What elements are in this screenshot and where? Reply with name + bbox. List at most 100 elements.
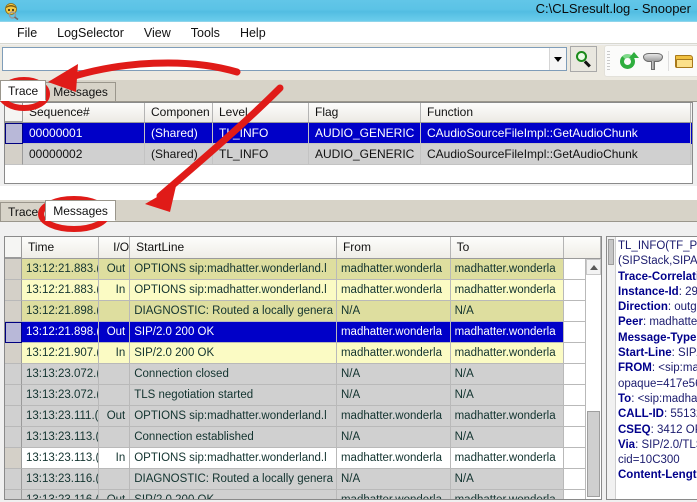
messages-col-to[interactable]: To (450, 237, 565, 258)
table-row[interactable]: 13:13:23.072.(Connection closed N/A N/A (5, 364, 601, 385)
messages-cell-startline: OPTIONS sip:madhatter.wonderland.l (130, 448, 337, 469)
messages-cell-time: 13:13:23.113.( (22, 448, 100, 469)
trace-col-sequence[interactable]: Sequence# (23, 103, 145, 122)
messages-grid-panel: Time I/O StartLine From To 13:12:21.883.… (4, 236, 602, 500)
detail-line: CSEQ: 3412 OPT (618, 423, 697, 436)
detail-line: Content-Lengt (618, 469, 697, 482)
tab-trace-bottom[interactable]: Trace (0, 202, 47, 221)
tab-trace-top[interactable]: Trace (0, 80, 47, 101)
table-row[interactable]: 13:13:23.072.(TLS negotiation started N/A… (5, 385, 601, 406)
messages-cell-from: N/A (336, 427, 451, 448)
messages-cell-to: madhatter.wonderla (450, 343, 565, 364)
messages-col-time[interactable]: Time (22, 237, 100, 258)
messages-col-extra[interactable] (564, 237, 601, 258)
table-row[interactable]: 13:13:23.113.(In OPTIONS sip:madhatter.wo… (5, 448, 601, 469)
search-input[interactable] (3, 48, 549, 70)
messages-cell-startline: OPTIONS sip:madhatter.wonderland.l (130, 280, 337, 301)
messages-cell-startline: Connection closed (130, 364, 337, 385)
table-row[interactable]: 13:12:21.898.(DIAGNOSTIC: Routed a local… (5, 301, 601, 322)
table-row[interactable]: 13:12:21.883.(Out OPTIONS sip:madhatter.w… (5, 259, 601, 280)
messages-row-gutter[interactable] (5, 259, 22, 280)
detail-line: CALL-ID: 55132 (618, 408, 697, 421)
table-row[interactable]: 13:13:23.113.(Connection established N/A N… (5, 427, 601, 448)
messages-row-gutter[interactable] (5, 343, 22, 364)
messages-row-gutter[interactable] (5, 301, 22, 322)
chevron-down-icon[interactable] (549, 48, 566, 70)
snooper-window: C:\CLSresult.log - Snooper File LogSelec… (0, 0, 697, 502)
tab-messages-top[interactable]: Messages (45, 82, 116, 101)
trace-row-gutter[interactable] (5, 144, 23, 165)
table-row[interactable]: 00000001 (Shared) TL_INFO AUDIO_GENERIC … (5, 123, 692, 144)
messages-col-from[interactable]: From (336, 237, 451, 258)
tab-messages-bottom[interactable]: Messages (45, 200, 116, 221)
messages-cell-io: In (99, 448, 131, 469)
detail-line: Via: SIP/2.0/TLS (618, 438, 697, 451)
table-row[interactable]: 13:13:23.116.(Out SIP/2.0 200 OK madhatter… (5, 490, 601, 499)
messages-row-gutter[interactable] (5, 406, 22, 427)
search-button[interactable] (570, 46, 597, 72)
messages-cell-to: N/A (450, 301, 565, 322)
trace-grid-panel: Sequence# Componen Level Flag Function 0… (4, 102, 693, 184)
messages-cell-to: N/A (450, 364, 565, 385)
detail-line: Message-Type: (618, 331, 697, 344)
menu-item-logselector[interactable]: LogSelector (48, 25, 133, 41)
message-detail-pane: TL_INFO(TF_PR (SIPStack,SIPAd Trace-Correl… (606, 236, 697, 500)
messages-cell-from: madhatter.wonderla (336, 406, 451, 427)
messages-row-gutter[interactable] (5, 490, 22, 499)
messages-row-gutter[interactable] (5, 322, 22, 343)
trace-row-gutter[interactable] (5, 123, 23, 144)
open-file-button[interactable] (671, 48, 697, 74)
toolbar-grip[interactable] (607, 51, 610, 71)
menu-item-tools[interactable]: Tools (182, 25, 229, 41)
filter-button[interactable] (640, 48, 666, 74)
trace-col-component[interactable]: Componen (145, 103, 213, 122)
messages-cell-io: Out (99, 259, 131, 280)
table-row[interactable]: 13:12:21.907.(In SIP/2.0 200 OK madhatter.… (5, 343, 601, 364)
messages-row-gutter[interactable] (5, 280, 22, 301)
detail-line: To: <sip:madha (618, 392, 697, 405)
refresh-button[interactable] (614, 48, 640, 74)
trace-col-function[interactable]: Function (421, 103, 691, 122)
search-combobox[interactable] (2, 47, 567, 71)
scroll-up-button[interactable] (586, 259, 601, 275)
messages-cell-from: madhatter.wonderla (336, 448, 451, 469)
table-row[interactable]: 13:12:21.883.(In OPTIONS sip:madhatter.wo… (5, 280, 601, 301)
messages-row-gutter[interactable] (5, 385, 22, 406)
messages-cell-from: N/A (336, 385, 451, 406)
table-row[interactable]: 13:13:23.116.(DIAGNOSTIC: Routed a local… (5, 469, 601, 490)
pane-separator (0, 186, 697, 200)
toolbar-icon-group (604, 45, 697, 77)
detail-line: $$end_record (618, 499, 697, 500)
table-row[interactable]: 00000002 (Shared) TL_INFO AUDIO_GENERIC … (5, 144, 692, 165)
detail-line: Start-Line: SIP/ (618, 347, 697, 360)
scrollbar-thumb[interactable] (587, 411, 600, 497)
menu-item-file[interactable]: File (8, 25, 46, 41)
table-row[interactable]: 13:13:23.111.(Out OPTIONS sip:madhatter.w… (5, 406, 601, 427)
snooper-icon (3, 2, 21, 20)
menu-bar: File LogSelector View Tools Help (0, 22, 697, 44)
refresh-icon (619, 51, 639, 70)
messages-cell-time: 13:12:21.907.( (22, 343, 100, 364)
trace-col-flag[interactable]: Flag (309, 103, 421, 122)
detail-line: Instance-Id: 29 (618, 285, 697, 298)
menu-item-help[interactable]: Help (231, 25, 275, 41)
messages-cell-time: 13:13:23.111.( (22, 406, 100, 427)
messages-row-gutter[interactable] (5, 469, 22, 490)
messages-row-gutter[interactable] (5, 427, 22, 448)
messages-row-gutter[interactable] (5, 448, 22, 469)
messages-row-gutter[interactable] (5, 364, 22, 385)
menu-item-view[interactable]: View (135, 25, 180, 41)
trace-cell-component: (Shared) (145, 123, 213, 144)
table-row[interactable]: 13:12:21.898.(Out SIP/2.0 200 OK madhatter… (5, 322, 601, 343)
detail-scrollbar-thumb[interactable] (608, 239, 614, 265)
messages-col-io[interactable]: I/O (99, 237, 131, 258)
messages-cell-io: In (99, 280, 131, 301)
messages-cell-startline: TLS negotiation started (130, 385, 337, 406)
messages-cell-time: 13:12:21.883.( (22, 259, 100, 280)
messages-col-startline[interactable]: StartLine (130, 237, 337, 258)
detail-scrollbar[interactable] (607, 237, 616, 499)
messages-scrollbar[interactable] (585, 259, 601, 499)
messages-cell-time: 13:13:23.116.( (22, 490, 100, 499)
messages-cell-time: 13:13:23.072.( (22, 364, 100, 385)
trace-col-level[interactable]: Level (213, 103, 309, 122)
